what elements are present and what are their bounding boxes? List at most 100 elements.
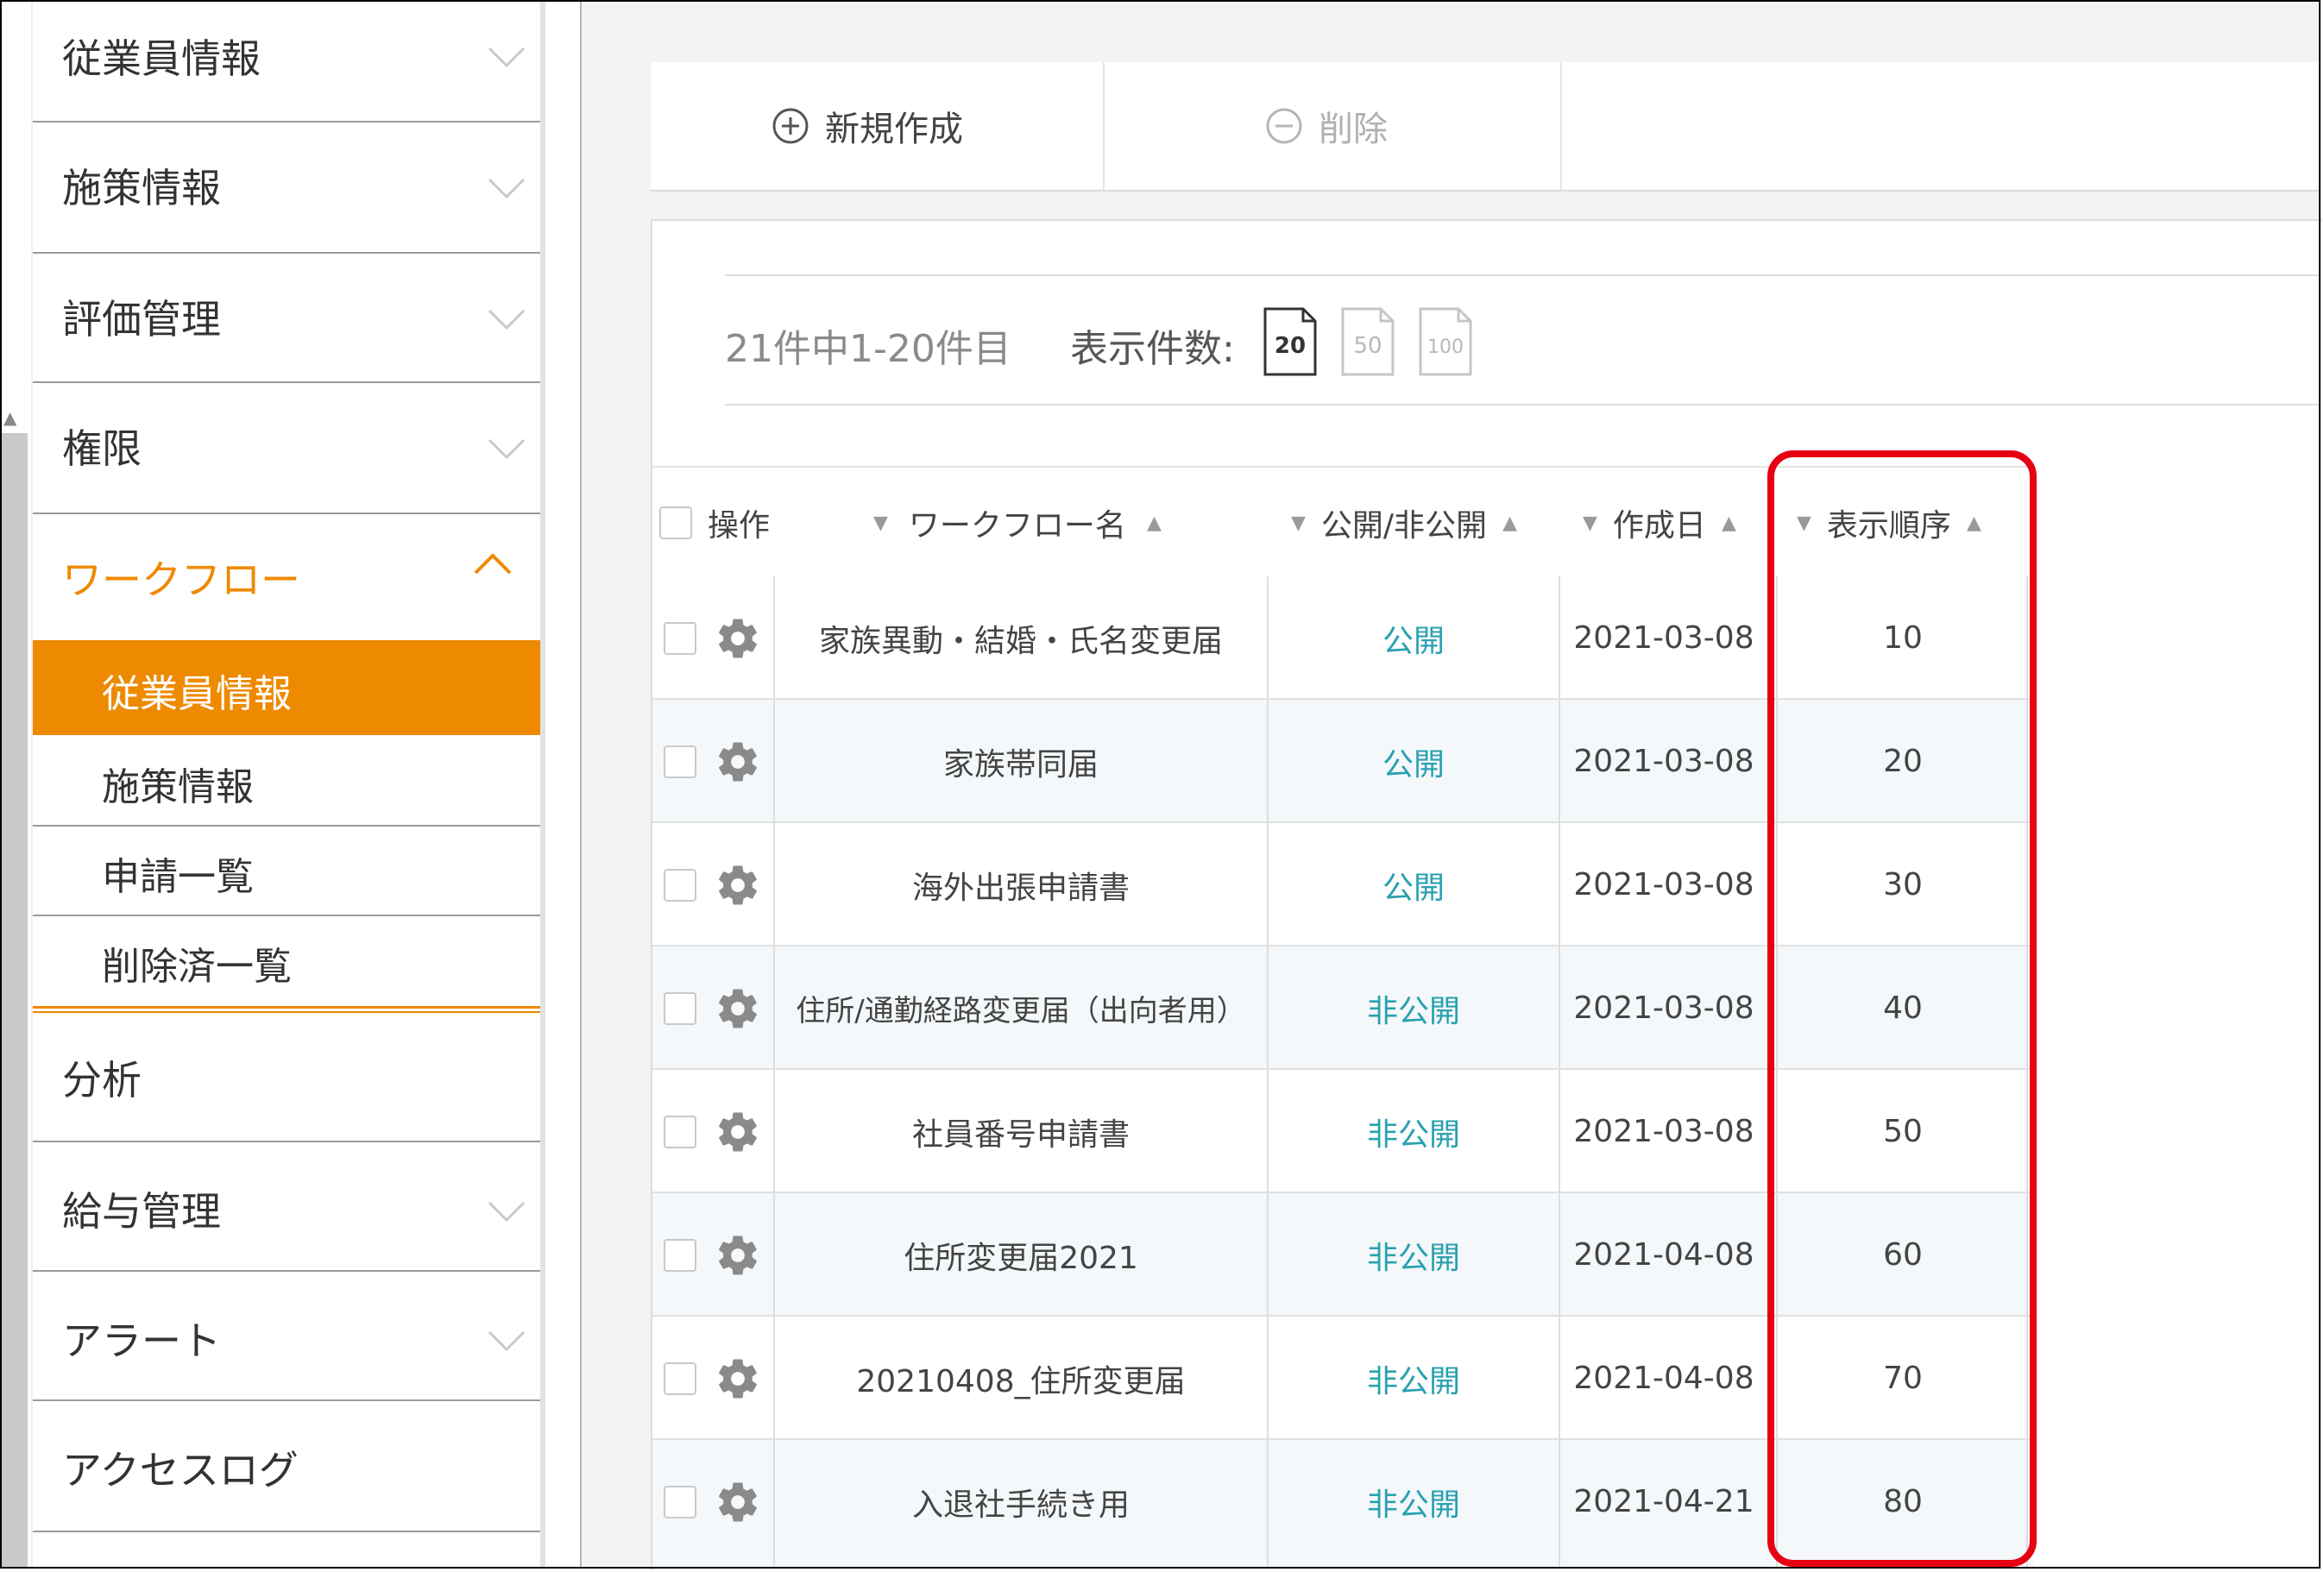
sidebar-item-alerts[interactable]: アラート (33, 1272, 540, 1401)
column-header-name[interactable]: ▼ ワークフロー名 ▲ (873, 468, 1162, 578)
sidebar-subitem-deleted-list[interactable]: 削除済一覧 (33, 916, 540, 1006)
sidebar-subitem-employee-info[interactable]: 従業員情報 (33, 640, 540, 735)
column-header-visibility[interactable]: ▼ 公開/非公開 ▲ (1291, 468, 1517, 578)
row-checkbox-cell[interactable] (652, 1317, 708, 1440)
column-header-visibility-label: 公開/非公開 (1320, 508, 1488, 544)
select-all-checkbox[interactable] (659, 506, 692, 539)
workflow-name[interactable]: 海外出張申請書 (775, 823, 1267, 946)
sidebar-subitem-application-list[interactable]: 申請一覧 (33, 827, 540, 916)
scroll-up-arrow-icon[interactable]: ▲ (3, 407, 16, 428)
row-checkbox[interactable] (664, 621, 696, 655)
select-all-checkbox-cell[interactable] (659, 468, 692, 578)
sidebar-scrollbar[interactable] (540, 2, 545, 1569)
created-date: 2021-03-08 (1573, 990, 1754, 1026)
column-header-name-label: ワークフロー名 (908, 508, 1126, 544)
delete-button[interactable]: 削除 (1265, 62, 1388, 190)
pager-divider (725, 274, 2321, 276)
gear-icon[interactable] (708, 823, 768, 946)
gear-icon[interactable] (708, 1070, 768, 1193)
created-date: 2021-03-08 (1573, 620, 1754, 656)
workflow-section-divider (33, 1006, 540, 1009)
main-left-border (580, 2, 582, 1569)
row-checkbox[interactable] (664, 1238, 696, 1272)
outer-scrollbar[interactable] (2, 433, 28, 1569)
page-size-50-label: 50 (1353, 333, 1382, 359)
visibility-status: 非公開 (1366, 1116, 1460, 1153)
chevron-down-icon (487, 176, 526, 202)
sidebar-item-label: ワークフロー (62, 556, 300, 603)
visibility-status: 公開 (1382, 623, 1445, 659)
gear-icon[interactable] (708, 700, 768, 823)
created-date: 2021-03-08 (1573, 744, 1754, 779)
row-checkbox-cell[interactable] (652, 1193, 708, 1317)
sidebar-subitem-label: 施策情報 (102, 765, 254, 809)
toolbar-separator (1560, 62, 1562, 190)
sidebar-item-label: 権限 (62, 425, 142, 472)
page-size-50-button[interactable]: 50 (1341, 307, 1395, 376)
sort-desc-icon[interactable]: ▼ (1583, 512, 1597, 534)
row-checkbox[interactable] (664, 1485, 696, 1519)
workflow-name[interactable]: 住所/通勤経路変更届（出向者用） (775, 946, 1267, 1070)
sidebar-item-analysis[interactable]: 分析 (33, 1013, 540, 1142)
chevron-down-icon (487, 307, 526, 333)
row-checkbox-cell[interactable] (652, 1070, 708, 1193)
sort-asc-icon[interactable]: ▲ (1502, 512, 1517, 534)
created-date: 2021-03-08 (1573, 867, 1754, 902)
sidebar-menu: 従業員情報 施策情報 評価管理 権限 ワークフロー 従業員情報 施策情報 申請一… (33, 2, 540, 1569)
sort-asc-icon[interactable]: ▲ (1147, 512, 1162, 534)
workflow-name[interactable]: 家族異動・結婚・氏名変更届 (775, 576, 1267, 700)
page-size-100-label: 100 (1427, 336, 1464, 358)
workflow-name[interactable]: 住所変更届2021 (775, 1193, 1267, 1317)
delete-button-label: 削除 (1319, 110, 1388, 149)
gear-icon[interactable] (708, 1193, 768, 1317)
sort-desc-icon[interactable]: ▼ (873, 512, 888, 534)
row-checkbox-cell[interactable] (652, 1440, 708, 1563)
workflow-name[interactable]: 入退社手続き用 (775, 1440, 1267, 1563)
column-header-created[interactable]: ▼ 作成日 ▲ (1583, 468, 1736, 578)
row-checkbox-cell[interactable] (652, 946, 708, 1070)
new-button[interactable]: 新規作成 (772, 62, 963, 190)
row-checkbox[interactable] (664, 991, 696, 1025)
sidebar-item-permissions[interactable]: 権限 (33, 383, 540, 514)
sidebar-item-employee-info[interactable]: 従業員情報 (33, 2, 540, 123)
row-checkbox[interactable] (664, 1115, 696, 1148)
sidebar-item-access-log[interactable]: アクセスログ (33, 1401, 540, 1532)
highlight-box (1767, 450, 2037, 1567)
sort-asc-icon[interactable]: ▲ (1722, 512, 1736, 534)
row-checkbox-cell[interactable] (652, 700, 708, 823)
row-checkbox-cell[interactable] (652, 576, 708, 700)
sidebar: ▲ 従業員情報 施策情報 評価管理 権限 ワークフロー 従業員情報 施策情報 申… (2, 2, 545, 1569)
visibility-status: 公開 (1382, 870, 1445, 906)
workflow-name[interactable]: 20210408_住所変更届 (775, 1317, 1267, 1440)
created-date: 2021-03-08 (1573, 1114, 1754, 1149)
minus-circle-icon (1266, 108, 1302, 144)
chevron-down-icon (487, 437, 526, 462)
plus-circle-icon (772, 108, 809, 144)
page-size-20-button[interactable]: 20 (1263, 307, 1317, 376)
gear-icon[interactable] (708, 1440, 768, 1563)
sidebar-subitem-label: 申請一覧 (102, 855, 254, 899)
sidebar-subitem-measures[interactable]: 施策情報 (33, 735, 540, 827)
row-checkbox[interactable] (664, 868, 696, 902)
sidebar-item-evaluation[interactable]: 評価管理 (33, 254, 540, 383)
page-size-100-button[interactable]: 100 (1419, 307, 1472, 376)
sidebar-item-workflow[interactable]: ワークフロー (33, 514, 540, 640)
row-checkbox[interactable] (664, 745, 696, 778)
toolbar: 新規作成 削除 (651, 62, 2321, 192)
created-date: 2021-04-08 (1573, 1361, 1754, 1396)
column-header-created-label: 作成日 (1612, 508, 1706, 544)
page-size-label: 表示件数: (1070, 327, 1235, 371)
sidebar-item-label: 給与管理 (62, 1188, 221, 1235)
sidebar-item-measures[interactable]: 施策情報 (33, 123, 540, 254)
chevron-down-icon (487, 1199, 526, 1225)
gear-icon[interactable] (708, 1317, 768, 1440)
workflow-name[interactable]: 社員番号申請書 (775, 1070, 1267, 1193)
sidebar-item-payroll[interactable]: 給与管理 (33, 1142, 540, 1272)
gear-icon[interactable] (708, 576, 768, 700)
gear-icon[interactable] (708, 946, 768, 1070)
workflow-name[interactable]: 家族帯同届 (775, 700, 1267, 823)
row-checkbox-cell[interactable] (652, 823, 708, 946)
row-checkbox[interactable] (664, 1361, 696, 1395)
sort-desc-icon[interactable]: ▼ (1291, 512, 1306, 534)
sidebar-subitem-label: 削除済一覧 (102, 945, 292, 989)
